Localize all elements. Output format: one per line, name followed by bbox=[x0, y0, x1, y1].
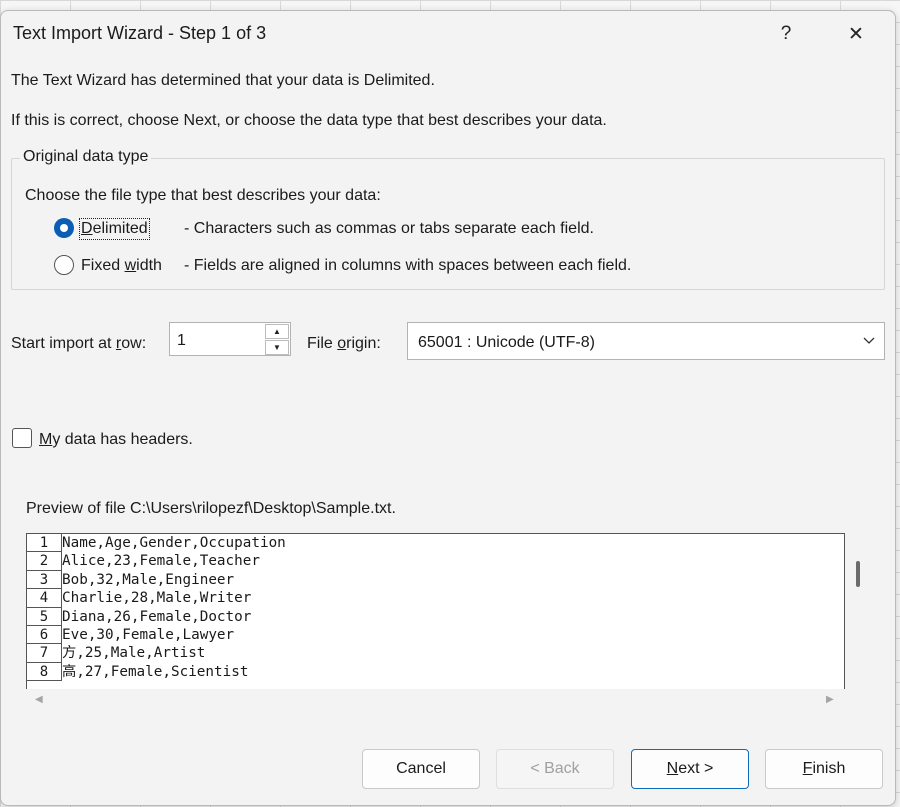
preview-row-text: Bob,32,Male,Engineer bbox=[62, 571, 235, 588]
delimited-radio[interactable] bbox=[54, 218, 74, 238]
title-bar: Text Import Wizard - Step 1 of 3 ? ✕ bbox=[1, 11, 895, 57]
text-import-wizard-dialog: Text Import Wizard - Step 1 of 3 ? ✕ The… bbox=[0, 10, 896, 806]
preview-row: 4 Charlie,28,Male,Writer bbox=[27, 589, 844, 608]
delimited-label[interactable]: Delimited bbox=[79, 218, 150, 240]
preview-row-number: 5 bbox=[27, 607, 62, 626]
finish-button[interactable]: Finish bbox=[765, 749, 883, 789]
scroll-right-icon[interactable]: ▶ bbox=[826, 694, 834, 705]
preview-row: 6 Eve,30,Female,Lawyer bbox=[27, 625, 844, 645]
preview-row: 8 高,27,Female,Scientist bbox=[27, 662, 844, 682]
preview-row-number: 4 bbox=[27, 589, 62, 608]
fixed-width-description: - Fields are aligned in columns with spa… bbox=[184, 257, 632, 274]
start-row-spinner[interactable]: 1 ▲ ▼ bbox=[169, 322, 291, 356]
file-origin-dropdown[interactable]: 65001 : Unicode (UTF-8) bbox=[407, 322, 885, 360]
triangle-down-icon: ▼ bbox=[273, 343, 281, 352]
delimited-description: - Characters such as commas or tabs sepa… bbox=[184, 220, 594, 237]
file-type-prompt: Choose the file type that best describes… bbox=[25, 187, 381, 204]
scroll-left-icon[interactable]: ◀ bbox=[35, 694, 43, 705]
fixed-width-radio[interactable] bbox=[54, 255, 74, 275]
intro-line-2: If this is correct, choose Next, or choo… bbox=[11, 112, 607, 129]
vertical-scrollbar-thumb[interactable] bbox=[856, 561, 860, 587]
cancel-button[interactable]: Cancel bbox=[362, 749, 480, 789]
preview-row-number: 6 bbox=[27, 625, 62, 645]
help-icon: ? bbox=[780, 23, 792, 44]
preview-row-text: 高,27,Female,Scientist bbox=[62, 663, 249, 680]
spin-up-button[interactable]: ▲ bbox=[265, 324, 289, 339]
preview-row-number: 2 bbox=[27, 552, 62, 571]
preview-row-text: Diana,26,Female,Doctor bbox=[62, 608, 252, 625]
triangle-up-icon: ▲ bbox=[273, 327, 281, 336]
preview-row-text: Eve,30,Female,Lawyer bbox=[62, 626, 235, 643]
close-button[interactable]: ✕ bbox=[833, 17, 879, 51]
preview-row-number: 7 bbox=[27, 644, 62, 663]
spin-down-button[interactable]: ▼ bbox=[265, 340, 289, 355]
preview-row-text: Alice,23,Female,Teacher bbox=[62, 553, 260, 570]
next-button[interactable]: Next > bbox=[631, 749, 749, 789]
preview-pane[interactable]: 1 Name,Age,Gender,Occupation 2 Alice,23,Fe… bbox=[26, 533, 845, 689]
preview-row-text: Name,Age,Gender,Occupation bbox=[62, 535, 286, 551]
preview-row: 2 Alice,23,Female,Teacher bbox=[27, 552, 844, 571]
close-icon: ✕ bbox=[848, 23, 864, 45]
back-button[interactable]: < Back bbox=[496, 749, 614, 789]
preview-caption: Preview of file C:\Users\rilopezf\Deskto… bbox=[26, 500, 396, 517]
preview-row-number: 1 bbox=[27, 534, 62, 553]
file-origin-label: File origin: bbox=[307, 335, 381, 352]
start-row-input[interactable]: 1 bbox=[177, 332, 186, 350]
intro-line-1: The Text Wizard has determined that your… bbox=[11, 72, 435, 89]
headers-label[interactable]: My data has headers. bbox=[39, 431, 193, 449]
preview-row: 3 Bob,32,Male,Engineer bbox=[27, 570, 844, 590]
file-origin-value: 65001 : Unicode (UTF-8) bbox=[418, 334, 595, 351]
preview-row: 5 Diana,26,Female,Doctor bbox=[27, 607, 844, 626]
start-row-label: Start import at row: bbox=[11, 335, 147, 352]
chevron-down-icon[interactable] bbox=[854, 323, 884, 359]
preview-row: 1 Name,Age,Gender,Occupation bbox=[27, 534, 844, 553]
window-title: Text Import Wizard - Step 1 of 3 bbox=[13, 23, 267, 43]
headers-checkbox[interactable] bbox=[12, 428, 32, 448]
preview-row: 7 方,25,Male,Artist bbox=[27, 644, 844, 663]
preview-row-number: 3 bbox=[27, 570, 62, 590]
help-button[interactable]: ? bbox=[763, 17, 809, 51]
preview-row-text: Charlie,28,Male,Writer bbox=[62, 590, 252, 607]
preview-row-text: 方,25,Male,Artist bbox=[62, 645, 206, 662]
fixed-width-label[interactable]: Fixed width bbox=[81, 257, 162, 275]
preview-row-number: 8 bbox=[27, 662, 62, 682]
group-title: Original data type bbox=[20, 148, 152, 166]
